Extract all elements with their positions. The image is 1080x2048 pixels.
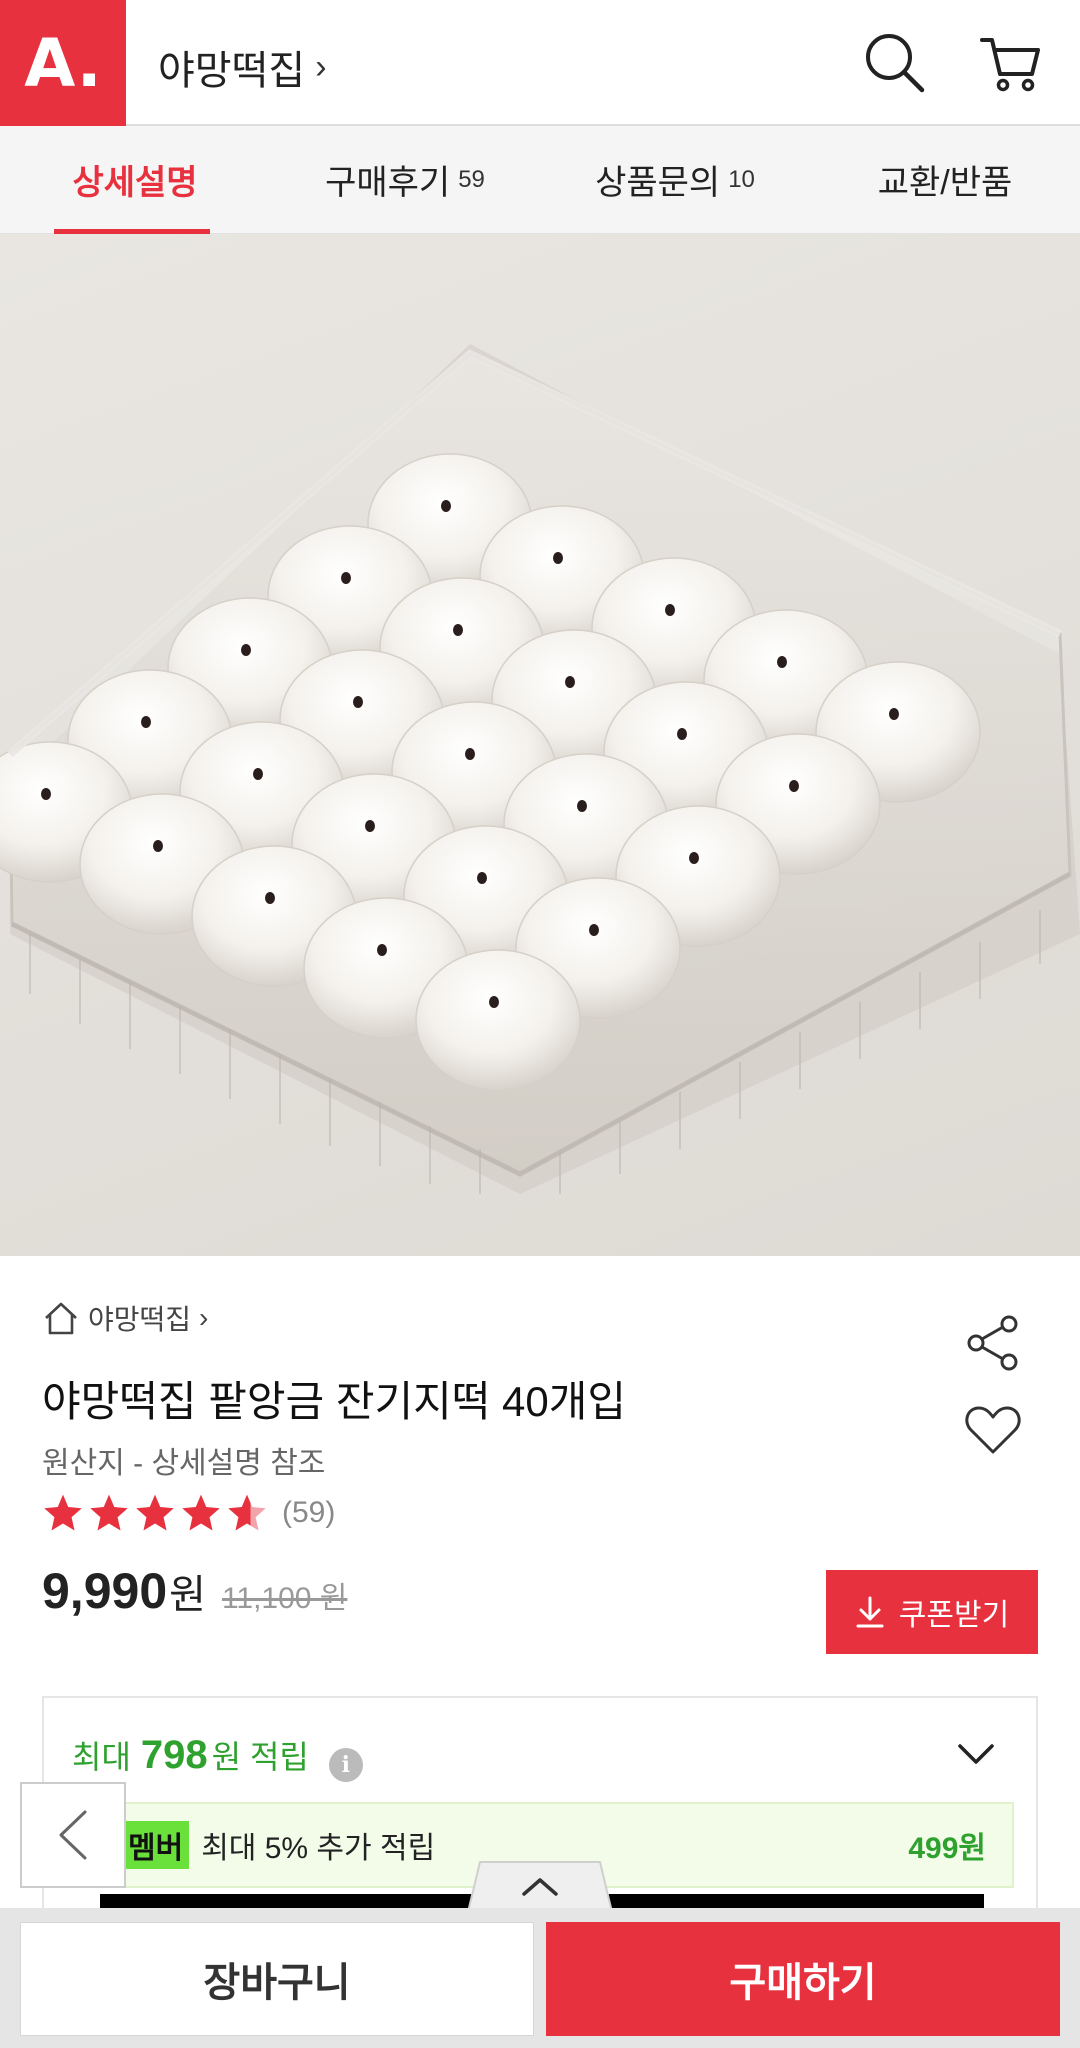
rice-cake (415, 949, 581, 1091)
share-icon[interactable] (964, 1314, 1022, 1372)
sesame-dot (353, 696, 363, 708)
sesame-dot (453, 624, 463, 636)
store-name: 야망떡집 (158, 49, 306, 93)
sesame-dot (777, 656, 787, 668)
star-half-icon (228, 1494, 266, 1531)
chevron-right-icon: › (199, 1302, 209, 1333)
star-icon (182, 1494, 220, 1531)
tab-label: 상세설명 (72, 164, 198, 202)
sesame-dot (689, 852, 699, 864)
download-icon (856, 1596, 884, 1628)
coupon-button[interactable]: 쿠폰받기 (826, 1570, 1038, 1654)
member-bonus-text: 최대 5% 추가 적립 (201, 1832, 436, 1865)
sesame-dot (441, 500, 451, 512)
store-title-link[interactable]: 야망떡집 › (158, 38, 327, 96)
member-badge: 멤버 (122, 1821, 190, 1869)
store-breadcrumb[interactable]: 야망떡집 › (42, 1298, 208, 1338)
sesame-dot (553, 552, 563, 564)
tab-exchange-return[interactable]: 교환/반품 (810, 126, 1080, 233)
chevron-down-icon[interactable] (956, 1740, 996, 1768)
tab-count: 10 (728, 165, 755, 193)
expand-sheet-handle[interactable] (456, 1858, 624, 1914)
sesame-dot (577, 800, 587, 812)
breadcrumb-store-name: 야망떡집 (88, 1304, 192, 1335)
tab-inquiries[interactable]: 상품문의 10 (540, 126, 810, 233)
detail-tabs: 상세설명 구매후기 59 상품문의 10 교환/반품 (0, 126, 1080, 234)
sesame-dot (489, 996, 499, 1008)
points-amount: 798 (140, 1733, 208, 1777)
tab-reviews[interactable]: 구매후기 59 (270, 126, 540, 233)
product-origin: 원산지 - 상세설명 참조 (42, 1447, 326, 1480)
star-icon (136, 1494, 174, 1531)
chevron-left-icon (59, 1810, 87, 1860)
sesame-dot (241, 644, 251, 656)
sesame-dot (341, 572, 351, 584)
chevron-right-icon: › (315, 47, 327, 86)
star-icon (90, 1494, 128, 1531)
review-count: (59) (282, 1496, 336, 1529)
points-summary[interactable]: 최대 798 원 적립 i (72, 1732, 363, 1782)
sesame-dot (377, 944, 387, 956)
star-icon (44, 1494, 82, 1531)
tab-label: 상품문의 (595, 164, 721, 202)
cart-icon[interactable] (978, 30, 1044, 96)
sesame-dot (889, 708, 899, 720)
sesame-dot (365, 820, 375, 832)
tab-details[interactable]: 상세설명 (0, 126, 270, 234)
search-icon[interactable] (862, 30, 928, 96)
product-rating[interactable]: (59) (42, 1492, 335, 1534)
info-icon[interactable]: i (328, 1748, 363, 1782)
heart-icon[interactable] (964, 1404, 1022, 1456)
points-prefix: 최대 (72, 1739, 131, 1775)
back-button[interactable] (20, 1782, 126, 1888)
bottom-action-bar: 장바구니 구매하기 (0, 1908, 1080, 2048)
coupon-label: 쿠폰받기 (898, 1599, 1010, 1632)
rice-cake-tray-illustration (0, 344, 1080, 1194)
product-title: 야망떡집 팥앙금 잔기지떡 40개입 (42, 1378, 627, 1425)
sesame-dot (153, 840, 163, 852)
sesame-dot (477, 872, 487, 884)
original-price: 11,100 원 (221, 1582, 348, 1615)
tab-label: 구매후기 (325, 164, 451, 202)
sesame-dot (665, 604, 675, 616)
price-row: 9,990 원 11,100 원 (42, 1562, 347, 1620)
sesame-dot (141, 716, 151, 728)
sesame-dot (265, 892, 275, 904)
add-to-cart-button[interactable]: 장바구니 (20, 1922, 534, 2036)
price-unit: 원 (169, 1573, 206, 1617)
points-suffix: 원 적립 (211, 1739, 309, 1775)
sesame-dot (41, 788, 51, 800)
member-bonus-amount: 499원 (908, 1832, 986, 1865)
buy-now-button[interactable]: 구매하기 (546, 1922, 1060, 2036)
sesame-dot (465, 748, 475, 760)
sesame-dot (253, 768, 263, 780)
sesame-dot (789, 780, 799, 792)
sesame-dot (589, 924, 599, 936)
sale-price: 9,990 (42, 1563, 168, 1619)
logo-text: A. (24, 24, 102, 102)
home-icon (45, 1302, 77, 1335)
app-header: A. 야망떡집 › (0, 0, 1080, 126)
brand-logo[interactable]: A. (0, 0, 126, 126)
rating-stars (42, 1492, 268, 1534)
tab-count: 59 (458, 165, 485, 193)
tab-label: 교환/반품 (877, 164, 1013, 202)
sesame-dot (565, 676, 575, 688)
product-image[interactable] (0, 234, 1080, 1256)
sesame-dot (677, 728, 687, 740)
